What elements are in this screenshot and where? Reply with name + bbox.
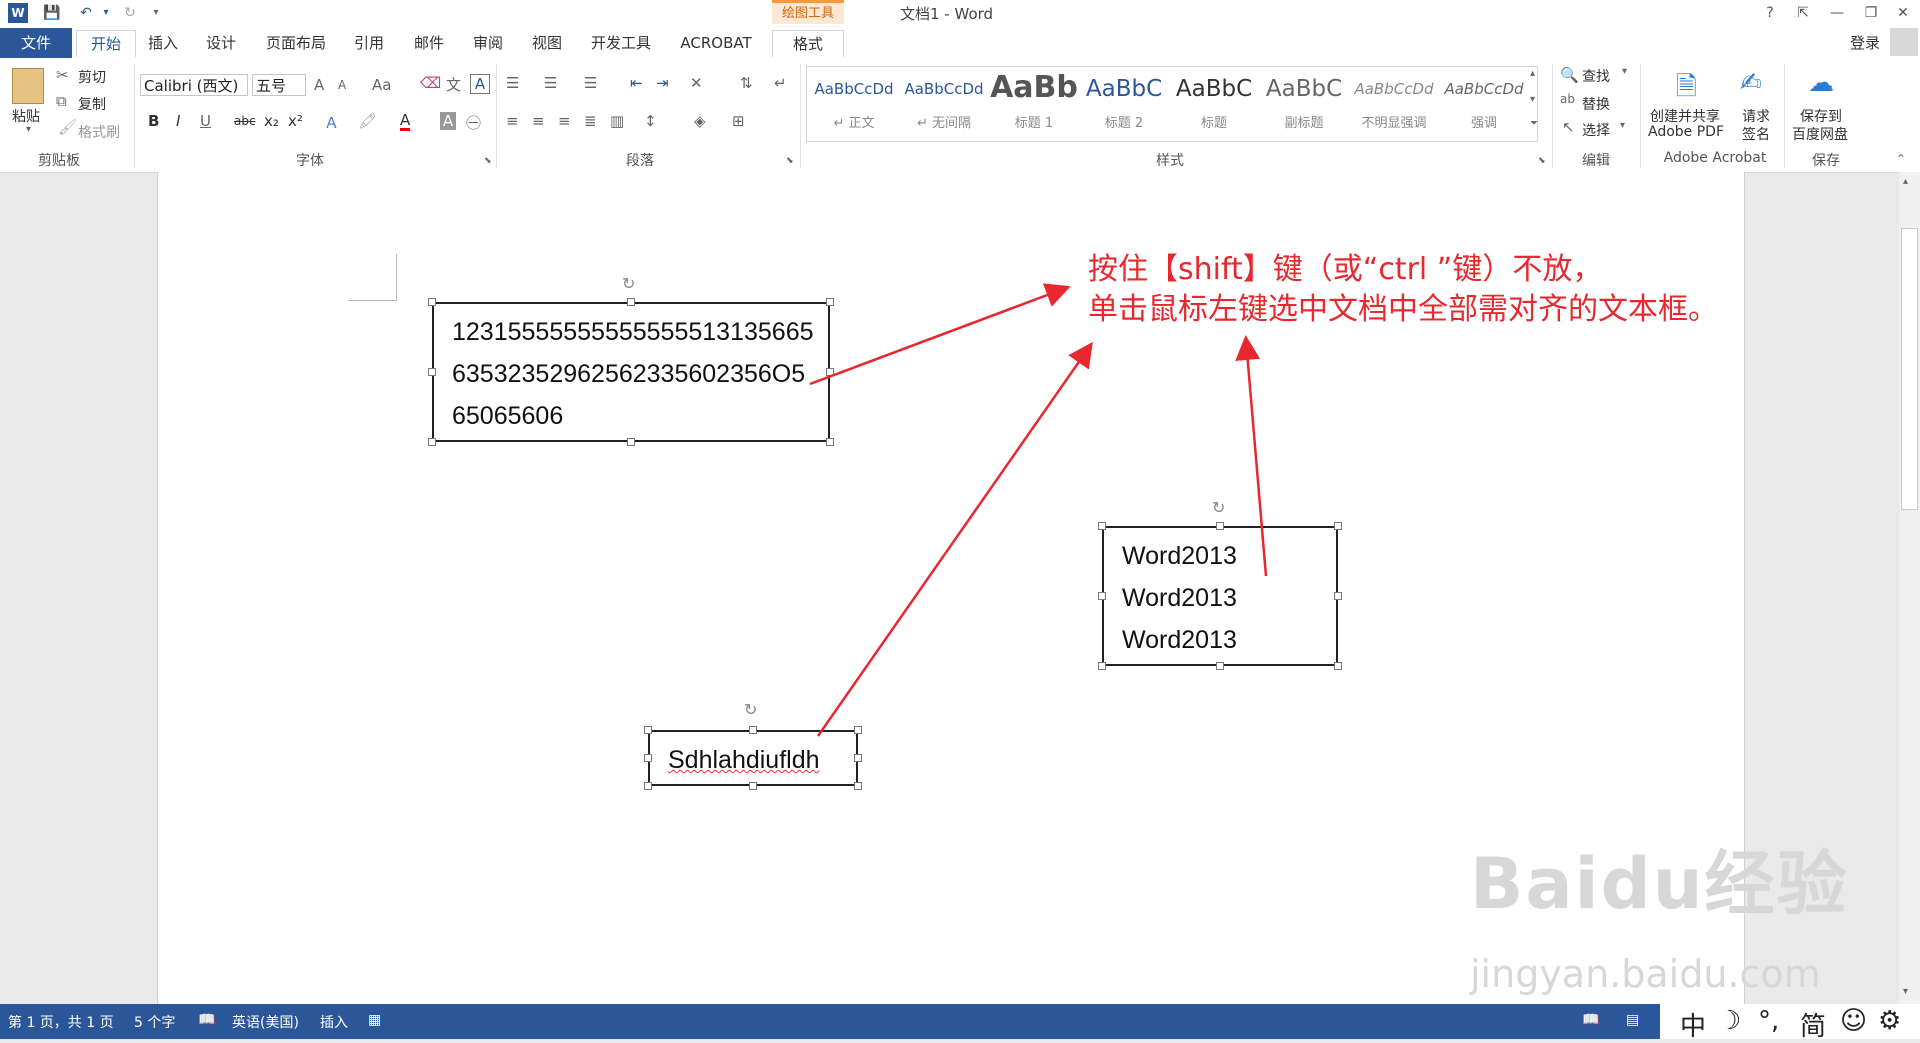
proofing-icon[interactable]: 📖 [198,1012,215,1028]
ime-settings-icon[interactable]: ⚙ [1878,1006,1901,1036]
ime-simplified-toggle[interactable]: 简 [1800,1006,1826,1043]
ime-moon-icon[interactable]: ☽ [1718,1006,1741,1036]
language-status[interactable]: 英语(美国) [232,1012,299,1032]
arrow-from-box2 [1235,335,1268,577]
arrow-from-box1 [809,283,1071,386]
ime-chinese-toggle[interactable]: 中 [1680,1006,1706,1043]
scroll-down-icon[interactable]: ▾ [1903,986,1908,997]
ime-emoji-icon[interactable]: ☺ [1840,1006,1867,1036]
arrow-from-box3 [816,341,1093,737]
page-count-status[interactable]: 第 1 页，共 1 页 [8,1012,114,1032]
read-mode-icon[interactable]: 📖 [1582,1012,1599,1028]
word-count-status[interactable]: 5 个字 [134,1012,175,1032]
print-layout-icon[interactable]: ▤ [1626,1012,1639,1028]
ime-punctuation-icon[interactable]: °, [1758,1006,1779,1036]
scroll-up-icon[interactable]: ▴ [1903,176,1908,187]
baidu-watermark: Baidu经验 [1470,843,1849,925]
macro-recording-icon[interactable]: ▦ [368,1012,381,1028]
scrollbar-thumb[interactable] [1901,228,1918,510]
insert-mode-status[interactable]: 插入 [320,1012,348,1032]
baidu-watermark-url: jingyan.baidu.com [1470,952,1821,996]
